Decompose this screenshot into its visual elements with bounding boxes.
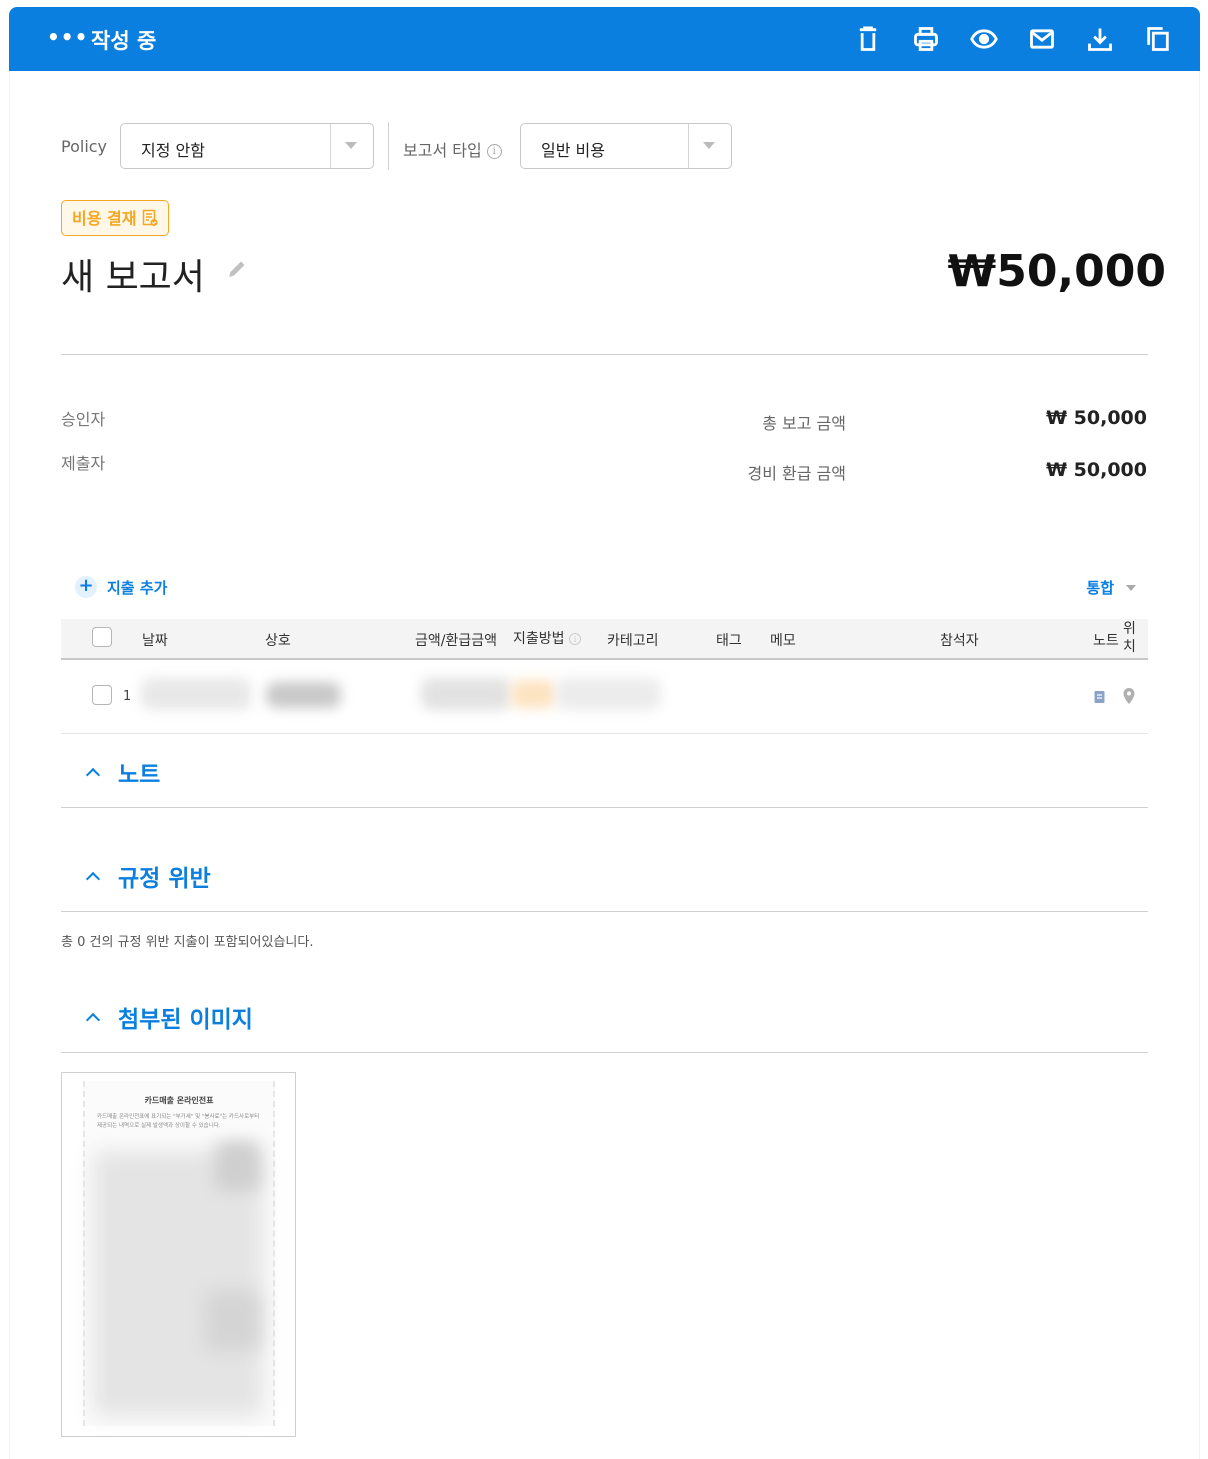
divider (61, 911, 1148, 912)
divider (388, 122, 389, 170)
column-payment-method[interactable]: 지출방법 i (513, 628, 581, 648)
chevron-down-icon (703, 142, 715, 149)
violations-section-toggle[interactable]: 규정 위반 (85, 859, 211, 893)
expense-table-header: 날짜 상호 금액/환급금액 지출방법 i 카테고리 태그 메모 참석자 노트 위… (61, 619, 1148, 660)
violations-summary: 총 0 건의 규정 위반 지출이 포함되어있습니다. (61, 935, 314, 950)
report-type-select-value: 일반 비용 (541, 141, 605, 160)
divider (61, 807, 1148, 808)
redacted-receipt-mark (205, 1291, 260, 1351)
total-report-amount-label: 총 보고 금액 (762, 414, 846, 433)
redacted-merchant (266, 682, 341, 708)
more-menu-button[interactable]: ••• (47, 25, 88, 49)
chevron-down-icon (1126, 584, 1136, 591)
redacted-amount (421, 678, 511, 710)
column-location-line1: 위 (1123, 621, 1136, 637)
column-category[interactable]: 카테고리 (607, 630, 659, 650)
column-merchant[interactable]: 상호 (265, 630, 291, 650)
merge-label: 통합 (1086, 579, 1114, 597)
chevron-up-icon (85, 871, 101, 887)
redacted-date (141, 678, 251, 710)
info-icon[interactable]: i (486, 144, 502, 159)
column-tag[interactable]: 태그 (716, 630, 742, 650)
table-row[interactable]: 1 (61, 660, 1148, 734)
select-all-checkbox[interactable] (92, 627, 112, 647)
edit-pencil-icon[interactable] (226, 258, 248, 280)
receipt-title: 카드매출 온라인전표 (144, 1096, 214, 1105)
approver-label: 승인자 (61, 410, 106, 429)
select-divider (330, 124, 331, 168)
select-divider (688, 124, 689, 168)
download-icon[interactable] (1084, 23, 1116, 55)
column-memo[interactable]: 메모 (770, 630, 796, 650)
report-type-label-text: 보고서 타입 (403, 141, 482, 160)
policy-label: Policy (61, 137, 108, 156)
chevron-down-icon (345, 142, 357, 149)
column-note[interactable]: 노트 (1093, 630, 1119, 650)
refund-amount-value: ₩ 50,000 (1046, 459, 1147, 481)
copy-icon[interactable] (1142, 23, 1174, 55)
report-title: 새 보고서 (61, 257, 205, 298)
report-header: ••• 작성 중 (9, 7, 1200, 71)
location-pin-icon[interactable] (1122, 687, 1136, 705)
plus-icon: + (75, 576, 97, 598)
divider (61, 1052, 1148, 1053)
report-total-amount: ₩50,000 (947, 246, 1166, 297)
chevron-up-icon (85, 767, 101, 783)
eye-icon[interactable] (968, 23, 1000, 55)
images-section-title: 첨부된 이미지 (118, 1007, 253, 1033)
policy-select[interactable]: 지정 안함 (120, 123, 374, 169)
receipt-check-icon (143, 209, 158, 226)
expense-approval-badge: 비용 결재 (61, 200, 170, 236)
note-icon[interactable] (1093, 690, 1107, 704)
report-type-select[interactable]: 일반 비용 (520, 123, 732, 169)
column-location[interactable]: 위 치 (1123, 620, 1136, 656)
total-report-amount-value: ₩ 50,000 (1046, 407, 1147, 429)
receipt-description: 카드매출 온라인전표에 표기되는 "부가세" 및 "봉사료"는 카드사로부터 제… (97, 1114, 260, 1129)
trash-icon[interactable] (852, 23, 884, 55)
row-index: 1 (123, 689, 132, 704)
attached-receipt-thumbnail[interactable]: 카드매출 온라인전표 카드매출 온라인전표에 표기되는 "부가세" 및 "봉사료… (61, 1072, 296, 1437)
info-icon[interactable]: i (568, 633, 581, 645)
print-icon[interactable] (910, 23, 942, 55)
redacted-receipt-mark (215, 1141, 260, 1191)
chevron-up-icon (85, 1012, 101, 1028)
report-status: 작성 중 (91, 29, 157, 53)
redacted-method (511, 680, 556, 708)
merge-dropdown[interactable]: 통합 (1086, 577, 1136, 598)
redacted-category (556, 678, 661, 710)
report-type-label: 보고서 타입 i (403, 137, 502, 161)
receipt-paper: 카드매출 온라인전표 카드매출 온라인전표에 표기되는 "부가세" 및 "봉사료… (83, 1081, 275, 1426)
column-location-line2: 치 (1123, 639, 1136, 655)
violations-section-title: 규정 위반 (118, 866, 211, 892)
column-date[interactable]: 날짜 (142, 630, 168, 650)
submitter-label: 제출자 (61, 454, 106, 473)
mail-icon[interactable] (1026, 23, 1058, 55)
add-expense-button[interactable]: + 지출 추가 (75, 576, 167, 598)
header-actions (852, 23, 1174, 55)
row-checkbox[interactable] (92, 685, 112, 705)
notes-section-toggle[interactable]: 노트 (85, 755, 161, 789)
column-attendees[interactable]: 참석자 (940, 630, 979, 650)
images-section-toggle[interactable]: 첨부된 이미지 (85, 1000, 253, 1034)
divider (61, 354, 1148, 355)
badge-label: 비용 결재 (72, 208, 137, 228)
notes-section-title: 노트 (118, 762, 161, 788)
add-expense-label: 지출 추가 (107, 578, 168, 597)
policy-select-value: 지정 안함 (141, 141, 205, 160)
column-amount[interactable]: 금액/환급금액 (415, 630, 497, 650)
column-payment-method-label: 지출방법 (513, 631, 565, 647)
refund-amount-label: 경비 환급 금액 (747, 464, 847, 483)
